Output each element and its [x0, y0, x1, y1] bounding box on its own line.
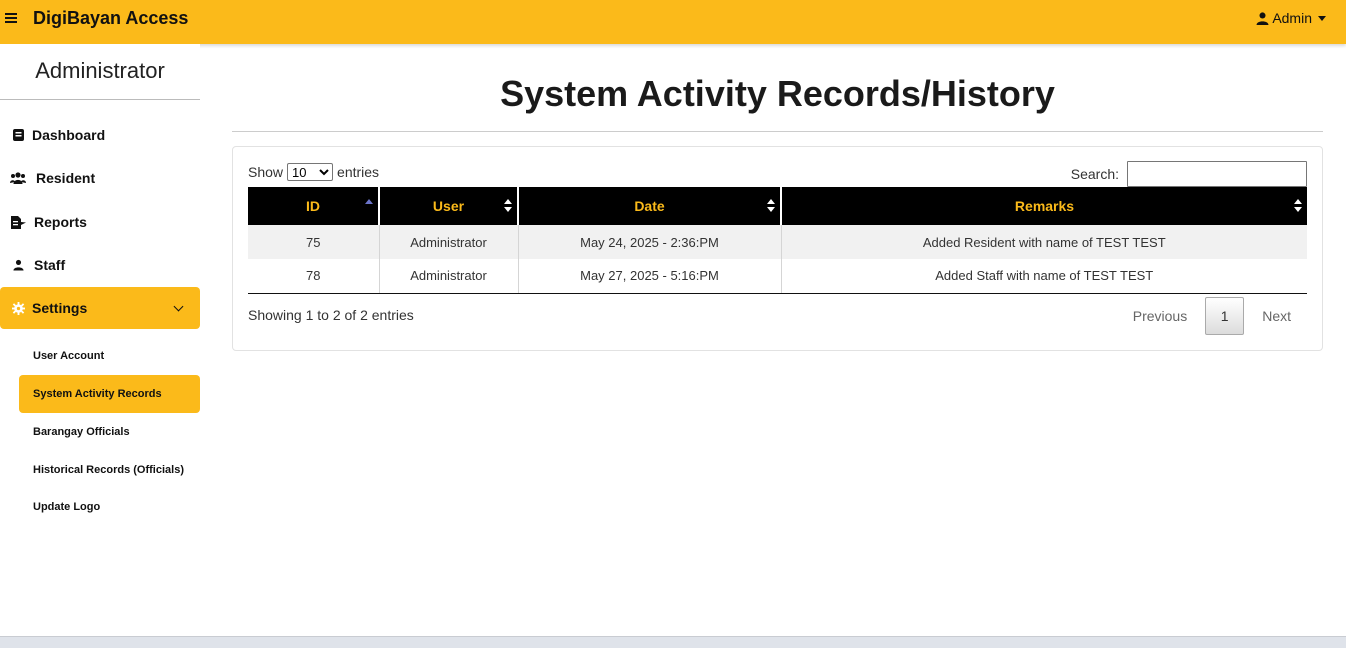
sidebar-subitem-update-logo[interactable]: Update Logo — [19, 488, 200, 526]
page-title: System Activity Records/History — [500, 73, 1055, 114]
table-row: 78 Administrator May 27, 2025 - 5:16:PM … — [248, 259, 1307, 294]
page-1-button[interactable]: 1 — [1205, 297, 1245, 335]
show-label: Show — [248, 164, 284, 180]
entries-label: entries — [337, 164, 380, 180]
cell-date: May 24, 2025 - 2:36:PM — [518, 225, 782, 259]
records-card: Show 10 entries Search: ID User Date Rem… — [232, 146, 1323, 351]
hamburger-menu-icon[interactable] — [5, 13, 17, 23]
cell-user: Administrator — [379, 225, 519, 259]
entries-select[interactable]: 10 — [287, 163, 334, 181]
table-header-row: ID User Date Remarks — [248, 187, 1307, 225]
sidebar-item-label: Reports — [34, 214, 87, 230]
users-icon — [8, 172, 28, 184]
cell-id: 75 — [248, 225, 380, 259]
activity-table: ID User Date Remarks 75 Administrator Ma… — [248, 187, 1307, 294]
sidebar-item-settings[interactable]: Settings — [0, 287, 200, 329]
column-header-id[interactable]: ID — [248, 187, 380, 225]
search-control: Search: — [1071, 161, 1307, 187]
cell-id: 78 — [248, 259, 380, 294]
sidebar-title: Administrator — [35, 58, 165, 83]
sidebar-subitem-system-activity-records[interactable]: System Activity Records — [19, 375, 200, 413]
sidebar: Administrator Dashboard Resident Reports… — [0, 44, 200, 636]
sidebar-subitem-barangay-officials[interactable]: Barangay Officials — [19, 413, 200, 451]
user-menu-label: Admin — [1272, 10, 1312, 26]
sidebar-item-label: Resident — [36, 170, 96, 186]
next-button[interactable]: Next — [1246, 297, 1307, 335]
report-file-icon — [8, 215, 28, 229]
top-navbar: DigiBayan Access Admin — [0, 0, 1346, 44]
sidebar-item-staff[interactable]: Staff — [0, 244, 200, 286]
sidebar-divider — [0, 99, 200, 100]
sidebar-item-resident[interactable]: Resident — [0, 157, 200, 199]
search-input[interactable] — [1127, 161, 1307, 187]
column-header-remarks[interactable]: Remarks — [781, 187, 1307, 225]
sidebar-item-label: Dashboard — [32, 127, 106, 143]
caret-down-icon — [1318, 15, 1326, 21]
sort-icon — [504, 199, 512, 213]
sidebar-subitem-user-account[interactable]: User Account — [19, 337, 200, 375]
chevron-down-icon — [173, 301, 184, 312]
cell-remarks: Added Resident with name of TEST TEST — [781, 225, 1307, 259]
column-header-user[interactable]: User — [379, 187, 519, 225]
search-label: Search: — [1070, 166, 1119, 182]
cell-remarks: Added Staff with name of TEST TEST — [781, 259, 1307, 294]
dashboard-icon — [8, 129, 28, 141]
user-icon — [8, 259, 28, 271]
table-row: 75 Administrator May 24, 2025 - 2:36:PM … — [248, 225, 1307, 259]
entries-length-control: Show 10 entries — [248, 163, 379, 181]
column-header-label: Remarks — [1014, 198, 1075, 214]
cell-user: Administrator — [379, 259, 519, 294]
pagination: Previous 1 Next — [1117, 297, 1307, 335]
sidebar-item-label: Settings — [32, 300, 88, 316]
cell-date: May 27, 2025 - 5:16:PM — [518, 259, 782, 294]
column-header-label: Date — [634, 198, 665, 214]
user-menu-dropdown[interactable]: Admin — [1256, 10, 1326, 26]
sort-icon — [767, 199, 775, 213]
column-header-label: ID — [306, 198, 320, 214]
brand-title[interactable]: DigiBayan Access — [33, 8, 188, 29]
sidebar-item-reports[interactable]: Reports — [0, 201, 200, 243]
table-info: Showing 1 to 2 of 2 entries — [248, 307, 414, 323]
gear-icon — [8, 301, 28, 315]
user-icon — [1256, 11, 1269, 25]
sort-ascending-icon — [365, 199, 373, 213]
sidebar-subitem-historical-records[interactable]: Historical Records (Officials) — [19, 451, 200, 489]
previous-button[interactable]: Previous — [1117, 297, 1203, 335]
column-header-date[interactable]: Date — [518, 187, 782, 225]
sort-icon — [1294, 199, 1302, 213]
sidebar-item-label: Staff — [34, 257, 66, 273]
window-bottom-strip — [0, 636, 1346, 648]
sidebar-item-dashboard[interactable]: Dashboard — [0, 114, 200, 156]
column-header-label: User — [432, 198, 465, 214]
title-divider — [232, 131, 1323, 132]
